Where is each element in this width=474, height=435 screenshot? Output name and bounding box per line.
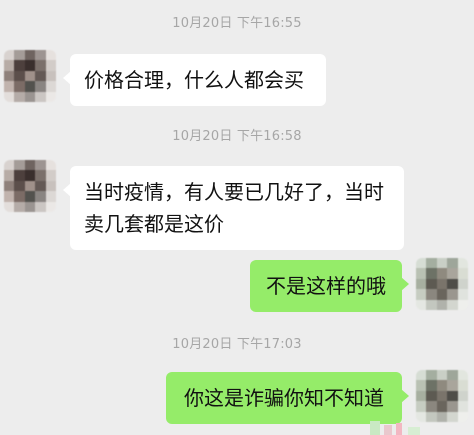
self-avatar[interactable] xyxy=(416,258,468,310)
message-text: 价格合理，什么人都会买 xyxy=(84,68,304,92)
message-bubble-sent[interactable]: 不是这样的哦 xyxy=(250,260,409,312)
timestamp: 10月20日 下午16:58 xyxy=(172,129,302,144)
watermark-fragment xyxy=(362,405,474,435)
contact-avatar[interactable] xyxy=(4,50,56,102)
timestamp: 10月20日 下午17:03 xyxy=(172,337,302,352)
message-bubble-received[interactable]: 当时疫情，有人要已几好了，当时卖几套都是这价 xyxy=(63,166,404,250)
message-text: 当时疫情，有人要已几好了，当时卖几套都是这价 xyxy=(84,180,384,236)
message-text: 你这是诈骗你知不知道 xyxy=(184,386,384,410)
message-bubble-received[interactable]: 价格合理，什么人都会买 xyxy=(63,54,326,106)
timestamp: 10月20日 下午16:55 xyxy=(172,16,302,31)
message-text: 不是这样的哦 xyxy=(266,274,386,298)
contact-avatar[interactable] xyxy=(4,160,56,212)
chat-view[interactable]: 10月20日 下午16:55 价格合理，什么人都会买 10月20日 下午16:5… xyxy=(0,0,474,435)
